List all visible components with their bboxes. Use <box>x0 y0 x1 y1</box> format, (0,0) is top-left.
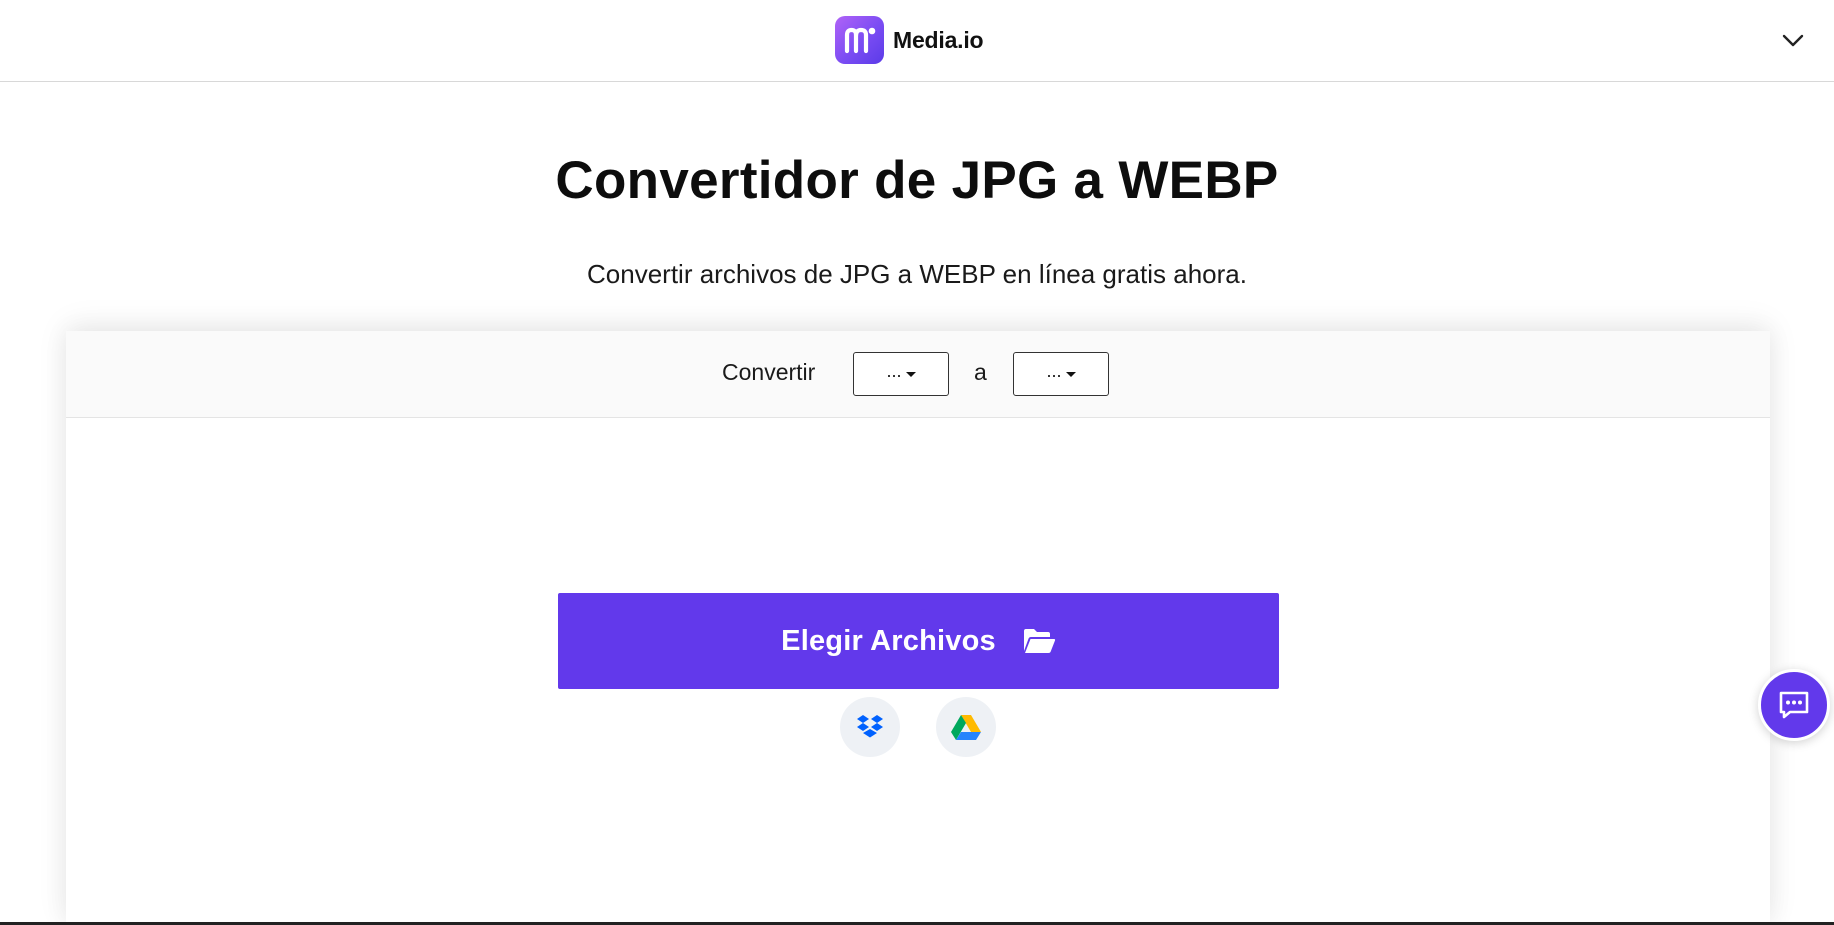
dropbox-button[interactable] <box>840 697 900 757</box>
folder-open-icon <box>1022 627 1056 655</box>
page-title: Convertidor de JPG a WEBP <box>555 151 1279 210</box>
brand-home-link[interactable]: Media.io <box>835 16 984 64</box>
caret-down-icon <box>1065 371 1076 377</box>
dropbox-icon <box>857 715 883 738</box>
chat-icon <box>1779 691 1809 719</box>
source-format-value: ... <box>886 361 902 381</box>
target-format-dropdown[interactable]: ... <box>1013 352 1109 396</box>
target-format-value: ... <box>1046 361 1062 381</box>
format-selector-bar: Convertir ... a ... <box>66 331 1770 418</box>
brand-name: Media.io <box>893 26 984 53</box>
chevron-down-icon <box>1782 34 1804 47</box>
page-subtitle: Convertir archivos de JPG a WEBP en líne… <box>587 259 1247 289</box>
choose-files-button[interactable]: Elegir Archivos <box>558 593 1279 689</box>
google-drive-button[interactable] <box>936 697 996 757</box>
media-io-logo-icon <box>835 16 884 64</box>
converter-card: Convertir ... a ... Elegir Archivos <box>66 331 1770 925</box>
top-navigation-bar: Media.io <box>0 0 1834 82</box>
google-drive-icon <box>951 715 981 740</box>
page: Media.io Convertidor de JPG a WEBP Conve… <box>0 0 1834 925</box>
caret-down-icon <box>905 371 916 377</box>
choose-files-label: Elegir Archivos <box>781 624 996 657</box>
to-label: a <box>974 359 987 385</box>
convert-label: Convertir <box>722 359 816 385</box>
source-format-dropdown[interactable]: ... <box>853 352 949 396</box>
chat-support-button[interactable] <box>1758 669 1830 741</box>
nav-menu-toggle[interactable] <box>1778 28 1808 54</box>
